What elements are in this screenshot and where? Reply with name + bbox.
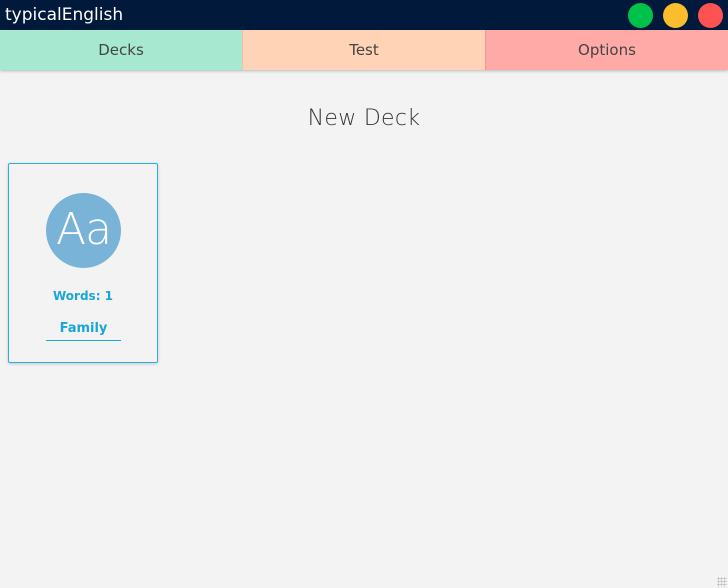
page-title: New Deck <box>307 106 421 131</box>
tab-label: Decks <box>98 41 144 59</box>
tab-label: Options <box>578 41 636 59</box>
app-title: typicalEnglish <box>5 5 124 25</box>
deck-card[interactable]: Aa Words: 1 Family <box>8 163 158 363</box>
resize-grip-icon[interactable] <box>717 577 727 587</box>
deck-word-count: Words: 1 <box>52 289 114 303</box>
maximize-button[interactable] <box>628 3 653 28</box>
minimize-button[interactable] <box>663 3 688 28</box>
title-bar[interactable]: typicalEnglish <box>0 0 728 30</box>
close-button[interactable] <box>698 3 723 28</box>
tab-test[interactable]: Test <box>242 30 485 70</box>
deck-avatar-text: Aa <box>55 204 112 255</box>
deck-name-link[interactable]: Family <box>46 321 121 341</box>
app-window: typicalEnglish Decks Test Options New De… <box>0 0 728 588</box>
tab-options[interactable]: Options <box>485 30 728 70</box>
tab-decks[interactable]: Decks <box>0 30 242 70</box>
tab-bar: Decks Test Options <box>0 30 728 70</box>
tab-label: Test <box>349 41 379 59</box>
deck-avatar: Aa <box>46 193 121 268</box>
